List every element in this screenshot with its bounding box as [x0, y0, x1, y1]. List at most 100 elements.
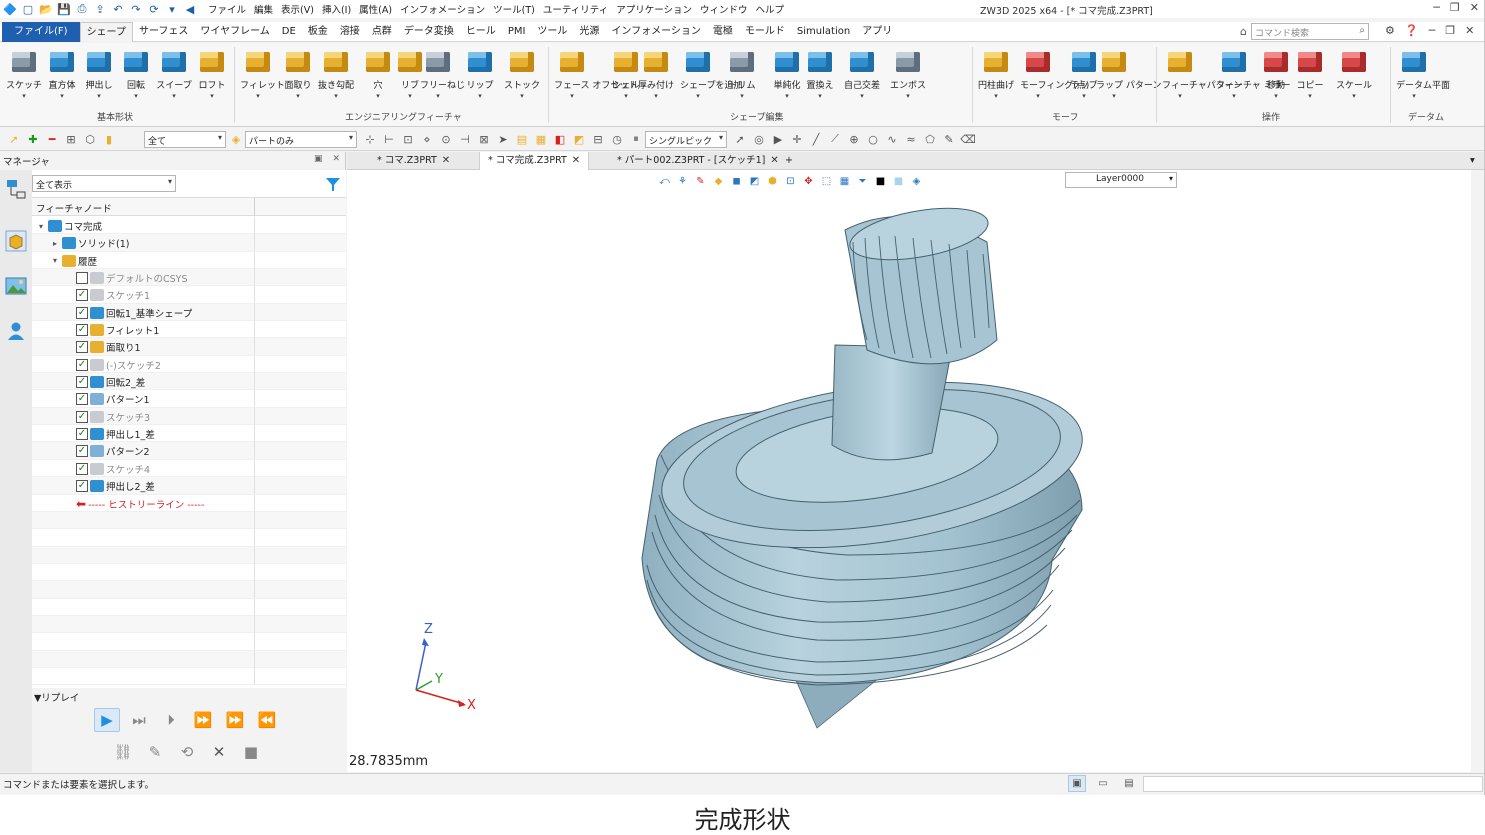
- ribbon-tab[interactable]: 電極: [707, 22, 739, 42]
- part-view-icon[interactable]: [5, 230, 27, 252]
- chevron-down-icon[interactable]: ▾: [1096, 92, 1132, 100]
- tree-row[interactable]: ▸ ソリッド(1): [32, 234, 346, 252]
- play-circle-icon[interactable]: ▶: [770, 131, 786, 147]
- chevron-down-icon[interactable]: ▾: [81, 92, 117, 100]
- ribbon-tab[interactable]: DE: [276, 22, 302, 42]
- image-library-icon[interactable]: [5, 275, 27, 297]
- cursor-icon[interactable]: ➚: [732, 131, 748, 147]
- document-tab[interactable]: * コマ.Z3PRT ✕: [369, 152, 458, 170]
- ribbon-tab[interactable]: シェープ: [79, 22, 133, 42]
- pointer-icon[interactable]: ➤: [495, 131, 511, 147]
- ribbon-button-1-5[interactable]: フリーねじ ▾: [420, 46, 465, 100]
- document-tab[interactable]: * コマ完成.Z3PRT ✕: [479, 152, 590, 170]
- add-selection-icon[interactable]: ✚: [25, 131, 41, 147]
- chevron-down-icon[interactable]: ▾: [1336, 92, 1372, 100]
- eraser-icon[interactable]: ⌫: [960, 131, 976, 147]
- undo-icon[interactable]: ↶: [110, 1, 126, 17]
- 3d-viewport[interactable]: ⤺ ⚘ ✎ ◆ ◼ ◩ ⬢ ⊡ ✥ ⬚ ▦ ⏷ ■ ■ ◈ Layer0000 ▾: [347, 170, 1483, 772]
- ribbon-tab[interactable]: 板金: [302, 22, 334, 42]
- visibility-checkbox[interactable]: ✓: [76, 289, 88, 302]
- ribbon-button-2-6[interactable]: 置換え ▾: [802, 46, 838, 100]
- chevron-down-icon[interactable]: ▾: [844, 92, 880, 100]
- status-layout-icon[interactable]: ▣: [1068, 775, 1086, 792]
- ribbon-button-0-1[interactable]: 直方体 ▾: [44, 46, 80, 100]
- refresh-icon[interactable]: ⟳: [146, 1, 162, 17]
- snap-edge-icon[interactable]: ⊢: [381, 131, 397, 147]
- tree-row[interactable]: ✓ パターン2: [32, 442, 346, 460]
- tree-row[interactable]: ✓ フィレット1: [32, 321, 346, 339]
- redo-icon[interactable]: ↷: [128, 1, 144, 17]
- open-file-icon[interactable]: 📂: [38, 1, 54, 17]
- ribbon-close-icon[interactable]: ✕: [1465, 24, 1474, 37]
- ribbon-button-3-1[interactable]: モーフィング(点) ▾: [1020, 46, 1089, 100]
- lasso-select-icon[interactable]: ⬡: [82, 131, 98, 147]
- tree-row[interactable]: ✓ 回転1_基準シェープ: [32, 303, 346, 322]
- polygon-icon[interactable]: ⬠: [922, 131, 938, 147]
- visibility-checkbox[interactable]: ✓: [76, 480, 88, 493]
- step-forward-double-icon[interactable]: ⏩: [190, 708, 216, 732]
- menu-item[interactable]: ヘルプ: [756, 2, 785, 16]
- ribbon-tab[interactable]: Simulation: [791, 22, 856, 42]
- ribbon-button-2-5[interactable]: 単純化 ▾: [769, 46, 805, 100]
- print-icon[interactable]: ⎙: [74, 1, 90, 17]
- chevron-down-icon[interactable]: ▾: [118, 92, 154, 100]
- chevron-down-icon[interactable]: ▾: [638, 92, 674, 100]
- tab-close-icon[interactable]: ✕: [572, 155, 580, 166]
- chevron-down-icon[interactable]: ▾: [318, 92, 354, 100]
- ribbon-button-4-3[interactable]: コピー ▾: [1292, 46, 1328, 100]
- circle-center-icon[interactable]: ⊕: [846, 131, 862, 147]
- chevron-down-icon[interactable]: ▾: [360, 92, 396, 100]
- chevron-down-icon[interactable]: ▾: [680, 92, 716, 100]
- menu-item[interactable]: アプリケーション: [616, 2, 692, 16]
- ribbon-button-2-7[interactable]: 自己交差 ▾: [844, 46, 880, 100]
- ribbon-tab[interactable]: ヒール: [460, 22, 502, 42]
- part-filter-icon[interactable]: ◈: [228, 131, 244, 147]
- menu-item[interactable]: ウィンドウ: [700, 2, 748, 16]
- ribbon-tab[interactable]: 溶接: [334, 22, 366, 42]
- expand-down-icon[interactable]: ▾: [36, 222, 46, 231]
- chevron-down-icon[interactable]: ▾: [1216, 92, 1252, 100]
- pick-mode-select[interactable]: シングルピック ▾: [645, 131, 727, 148]
- ribbon-restore-icon[interactable]: ❐: [1445, 24, 1455, 37]
- ribbon-minimize-icon[interactable]: ─: [1429, 24, 1436, 37]
- settings-gear-icon[interactable]: ⚙: [1385, 24, 1395, 37]
- save-icon[interactable]: 💾: [56, 1, 72, 17]
- app-logo-icon[interactable]: 🔷: [2, 1, 18, 17]
- chevron-down-icon[interactable]: ▾: [240, 92, 276, 100]
- point-icon[interactable]: ✛: [789, 131, 805, 147]
- ribbon-button-0-0[interactable]: スケッチ ▾: [6, 46, 42, 100]
- ribbon-button-0-3[interactable]: 回転 ▾: [118, 46, 154, 100]
- delete-x-icon[interactable]: ✕: [206, 740, 232, 764]
- pause-icon[interactable]: ⏸: [628, 131, 644, 147]
- ribbon-tab[interactable]: 光源: [573, 22, 605, 42]
- help-icon[interactable]: ❓: [1405, 24, 1419, 37]
- fast-forward-icon[interactable]: ⏩: [222, 708, 248, 732]
- measure-icon[interactable]: ◧: [552, 131, 568, 147]
- ribbon-button-2-4[interactable]: トリム ▾: [724, 46, 760, 100]
- ribbon-button-2-3[interactable]: シェープを追加 ▾: [680, 46, 742, 100]
- tree-row[interactable]: ✓ 面取り1: [32, 338, 346, 356]
- filter-select[interactable]: 全て ▾: [144, 131, 226, 148]
- new-file-icon[interactable]: ▢: [20, 1, 36, 17]
- back-icon[interactable]: ◀: [182, 1, 198, 17]
- status-monitor-icon[interactable]: ▭: [1094, 775, 1112, 792]
- panel-close-icon[interactable]: ✕: [332, 154, 340, 164]
- ribbon-tab[interactable]: 点群: [366, 22, 398, 42]
- chevron-down-icon[interactable]: ▾: [504, 92, 540, 100]
- ribbon-tab[interactable]: モールド: [739, 22, 791, 42]
- chevron-down-icon[interactable]: ▾: [1292, 92, 1328, 100]
- status-input-field[interactable]: [1143, 776, 1483, 792]
- column-divider[interactable]: [254, 198, 255, 216]
- ribbon-button-1-1[interactable]: 面取り ▾: [280, 46, 316, 100]
- snap-face-icon[interactable]: ⊡: [400, 131, 416, 147]
- panel-pin-icon[interactable]: ▣: [314, 154, 323, 164]
- ribbon-button-4-1[interactable]: フィーチャ ミラー ▾: [1216, 46, 1291, 100]
- visibility-checkbox[interactable]: ✓: [76, 445, 88, 458]
- quick-access-dropdown-icon[interactable]: ▾: [164, 1, 180, 17]
- ribbon-button-4-4[interactable]: スケール ▾: [1336, 46, 1372, 100]
- curve-icon[interactable]: ∿: [884, 131, 900, 147]
- tree-row[interactable]: ✓ スケッチ1: [32, 286, 346, 304]
- chevron-down-icon[interactable]: ▾: [280, 92, 316, 100]
- ribbon-button-4-2[interactable]: 移動 ▾: [1258, 46, 1294, 100]
- chevron-down-icon[interactable]: ▾: [6, 92, 42, 100]
